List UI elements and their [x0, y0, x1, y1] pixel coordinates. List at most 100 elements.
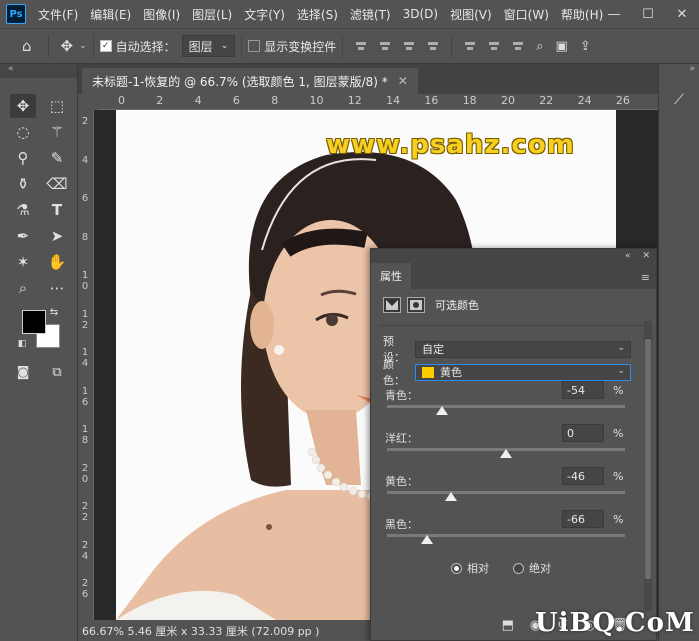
slider-yellow: 黄色： -46 % [385, 467, 625, 507]
yellow-slider-track[interactable] [387, 491, 625, 494]
menu-bar: Ps 文件(F) 编辑(E) 图像(I) 图层(L) 文字(Y) 选择(S) 滤… [0, 0, 699, 28]
default-colors-icon[interactable]: ◧ [14, 336, 30, 352]
clip-to-layer-icon[interactable]: ⬒ [502, 618, 514, 633]
lasso-tool-icon[interactable]: ◌ [10, 120, 36, 144]
foreground-color-swatch[interactable] [22, 310, 46, 334]
ruler-tick-label: 2 6 [81, 578, 89, 600]
share-icon[interactable]: ⇪ [580, 39, 591, 54]
ruler-tick-label: 2 4 [81, 539, 89, 562]
layer-mask-icon[interactable] [407, 297, 425, 313]
search-icon[interactable]: ⌕ [536, 39, 543, 54]
panel-scrollbar[interactable] [644, 321, 652, 611]
panel-menu-icon[interactable]: ≡ [641, 271, 650, 284]
menu-type[interactable]: 文字(Y) [238, 6, 291, 23]
black-slider-thumb[interactable] [421, 535, 434, 544]
tab-properties[interactable]: 属性 [371, 263, 411, 289]
move-tool-icon[interactable]: ✥ [10, 94, 36, 118]
eyedropper-icon[interactable]: ⚲ [10, 146, 36, 170]
relative-radio[interactable]: 相对 [451, 560, 489, 576]
black-input[interactable]: -66 [562, 510, 604, 528]
minimize-icon[interactable]: — [597, 0, 631, 28]
eraser-tool-icon[interactable]: ⌫ [44, 172, 70, 196]
home-icon[interactable]: ⌂ [22, 37, 32, 55]
menu-filter[interactable]: 滤镜(T) [344, 6, 397, 23]
menu-file[interactable]: 文件(F) [32, 6, 84, 23]
properties-panel-icon[interactable]: ⟋ [667, 88, 691, 112]
zoom-tool-icon[interactable]: ⌕ [10, 276, 36, 300]
more-tools-icon[interactable]: ⋯ [44, 276, 70, 300]
screen-mode-icon[interactable]: ⧉ [44, 360, 70, 384]
marquee-tool-icon[interactable]: ⬚ [44, 94, 70, 118]
scrollbar-thumb[interactable] [645, 339, 651, 579]
magenta-slider-thumb[interactable] [500, 449, 512, 458]
distribute-bottom-icon[interactable] [511, 39, 525, 53]
workspace-icon[interactable]: ▣ [556, 39, 568, 54]
menu-image[interactable]: 图像(I) [137, 6, 186, 23]
black-label: 黑色： [385, 518, 418, 531]
close-tab-icon[interactable]: ✕ [398, 74, 408, 88]
magenta-input[interactable]: 0 [562, 424, 604, 442]
align-left-icon[interactable] [354, 39, 368, 53]
magenta-unit: % [613, 427, 624, 440]
close-icon[interactable]: ✕ [665, 0, 699, 28]
paint-bucket-icon[interactable]: ⚗ [10, 198, 36, 222]
path-select-icon[interactable]: ➤ [44, 224, 70, 248]
ruler-tick-label: 1 6 [81, 385, 89, 408]
magenta-label: 洋红： [385, 432, 418, 445]
ruler-tick-label: 16 [424, 94, 439, 107]
absolute-radio[interactable]: 绝对 [513, 560, 551, 576]
ruler-tick-label: 14 [386, 94, 401, 107]
swap-colors-icon[interactable]: ⇆ [46, 304, 62, 320]
cyan-slider-track[interactable] [387, 405, 625, 408]
adjustment-layer-icon[interactable] [383, 297, 401, 313]
shape-tool-icon[interactable]: ✶ [10, 250, 36, 274]
color-dropdown[interactable]: 黄色 ⌄ [415, 363, 631, 381]
document-tab[interactable]: 未标题-1-恢复的 @ 66.7% (选取颜色 1, 图层蒙版/8) * ✕ [82, 68, 418, 94]
close-icon[interactable]: ✕ [642, 251, 650, 261]
expand-icon[interactable]: » [659, 64, 699, 76]
preset-dropdown[interactable]: 自定 ⌄ [415, 340, 631, 358]
radio-dot [513, 562, 524, 574]
ruler-tick-label: 2 2 [81, 501, 89, 523]
brush-tool-icon[interactable]: ✎ [44, 146, 70, 170]
align-center-icon[interactable] [378, 39, 392, 53]
align-top-icon[interactable] [426, 39, 440, 53]
pen-tool-icon[interactable]: ✒ [10, 224, 36, 248]
type-tool-icon[interactable]: T [44, 198, 70, 222]
right-panel-strip: » ⟋ [658, 64, 699, 641]
chevron-down-icon: ⌄ [617, 365, 625, 376]
ruler-tick-label: 2 [81, 116, 89, 127]
ruler-tick-label: 8 [81, 231, 89, 243]
menu-view[interactable]: 视图(V) [444, 6, 498, 23]
auto-select-checkbox[interactable]: ✓ [99, 40, 112, 52]
auto-select-dropdown[interactable]: 图层 ⌄ [181, 35, 236, 57]
align-right-icon[interactable] [402, 39, 416, 53]
quick-mask-icon[interactable]: ◙ [10, 360, 36, 384]
menu-edit[interactable]: 编辑(E) [84, 6, 137, 23]
menu-select[interactable]: 选择(S) [291, 6, 344, 23]
status-bar: 66.67% 5.46 厘米 x 33.33 厘米 (72.009 pp ) [78, 620, 370, 641]
collapse-icon[interactable]: « [625, 251, 631, 261]
hand-tool-icon[interactable]: ✋ [44, 250, 70, 274]
menu-window[interactable]: 窗口(W) [498, 6, 555, 23]
cyan-slider-thumb[interactable] [435, 406, 448, 415]
show-transform-checkbox[interactable] [248, 40, 261, 52]
ruler-tick-label: 20 [501, 94, 515, 107]
menu-layer[interactable]: 图层(L) [186, 6, 238, 23]
yellow-swatch [422, 366, 434, 378]
magic-wand-icon[interactable]: ⚚ [44, 120, 70, 144]
menu-3d[interactable]: 3D(D) [397, 7, 444, 21]
distribute-top-icon[interactable] [463, 39, 477, 53]
radio-dot [451, 562, 462, 574]
maximize-icon[interactable]: ☐ [631, 0, 665, 28]
chevron-down-icon: ⌄ [617, 342, 625, 353]
cyan-input[interactable]: -54 [562, 381, 604, 399]
collapse-icon[interactable]: « [0, 64, 77, 78]
distribute-middle-icon[interactable] [487, 39, 501, 53]
options-bar: ⌂ ✥ ⌄ ✓ 自动选择： 图层 ⌄ 显示变换控件 ⌕ ▣ ⇪ [0, 28, 699, 64]
yellow-input[interactable]: -46 [562, 467, 604, 485]
stamp-tool-icon[interactable]: ⚱ [10, 172, 36, 196]
move-tool-icon[interactable]: ✥ [61, 37, 74, 55]
yellow-slider-thumb[interactable] [445, 492, 458, 501]
chevron-down-icon[interactable]: ⌄ [79, 41, 87, 51]
